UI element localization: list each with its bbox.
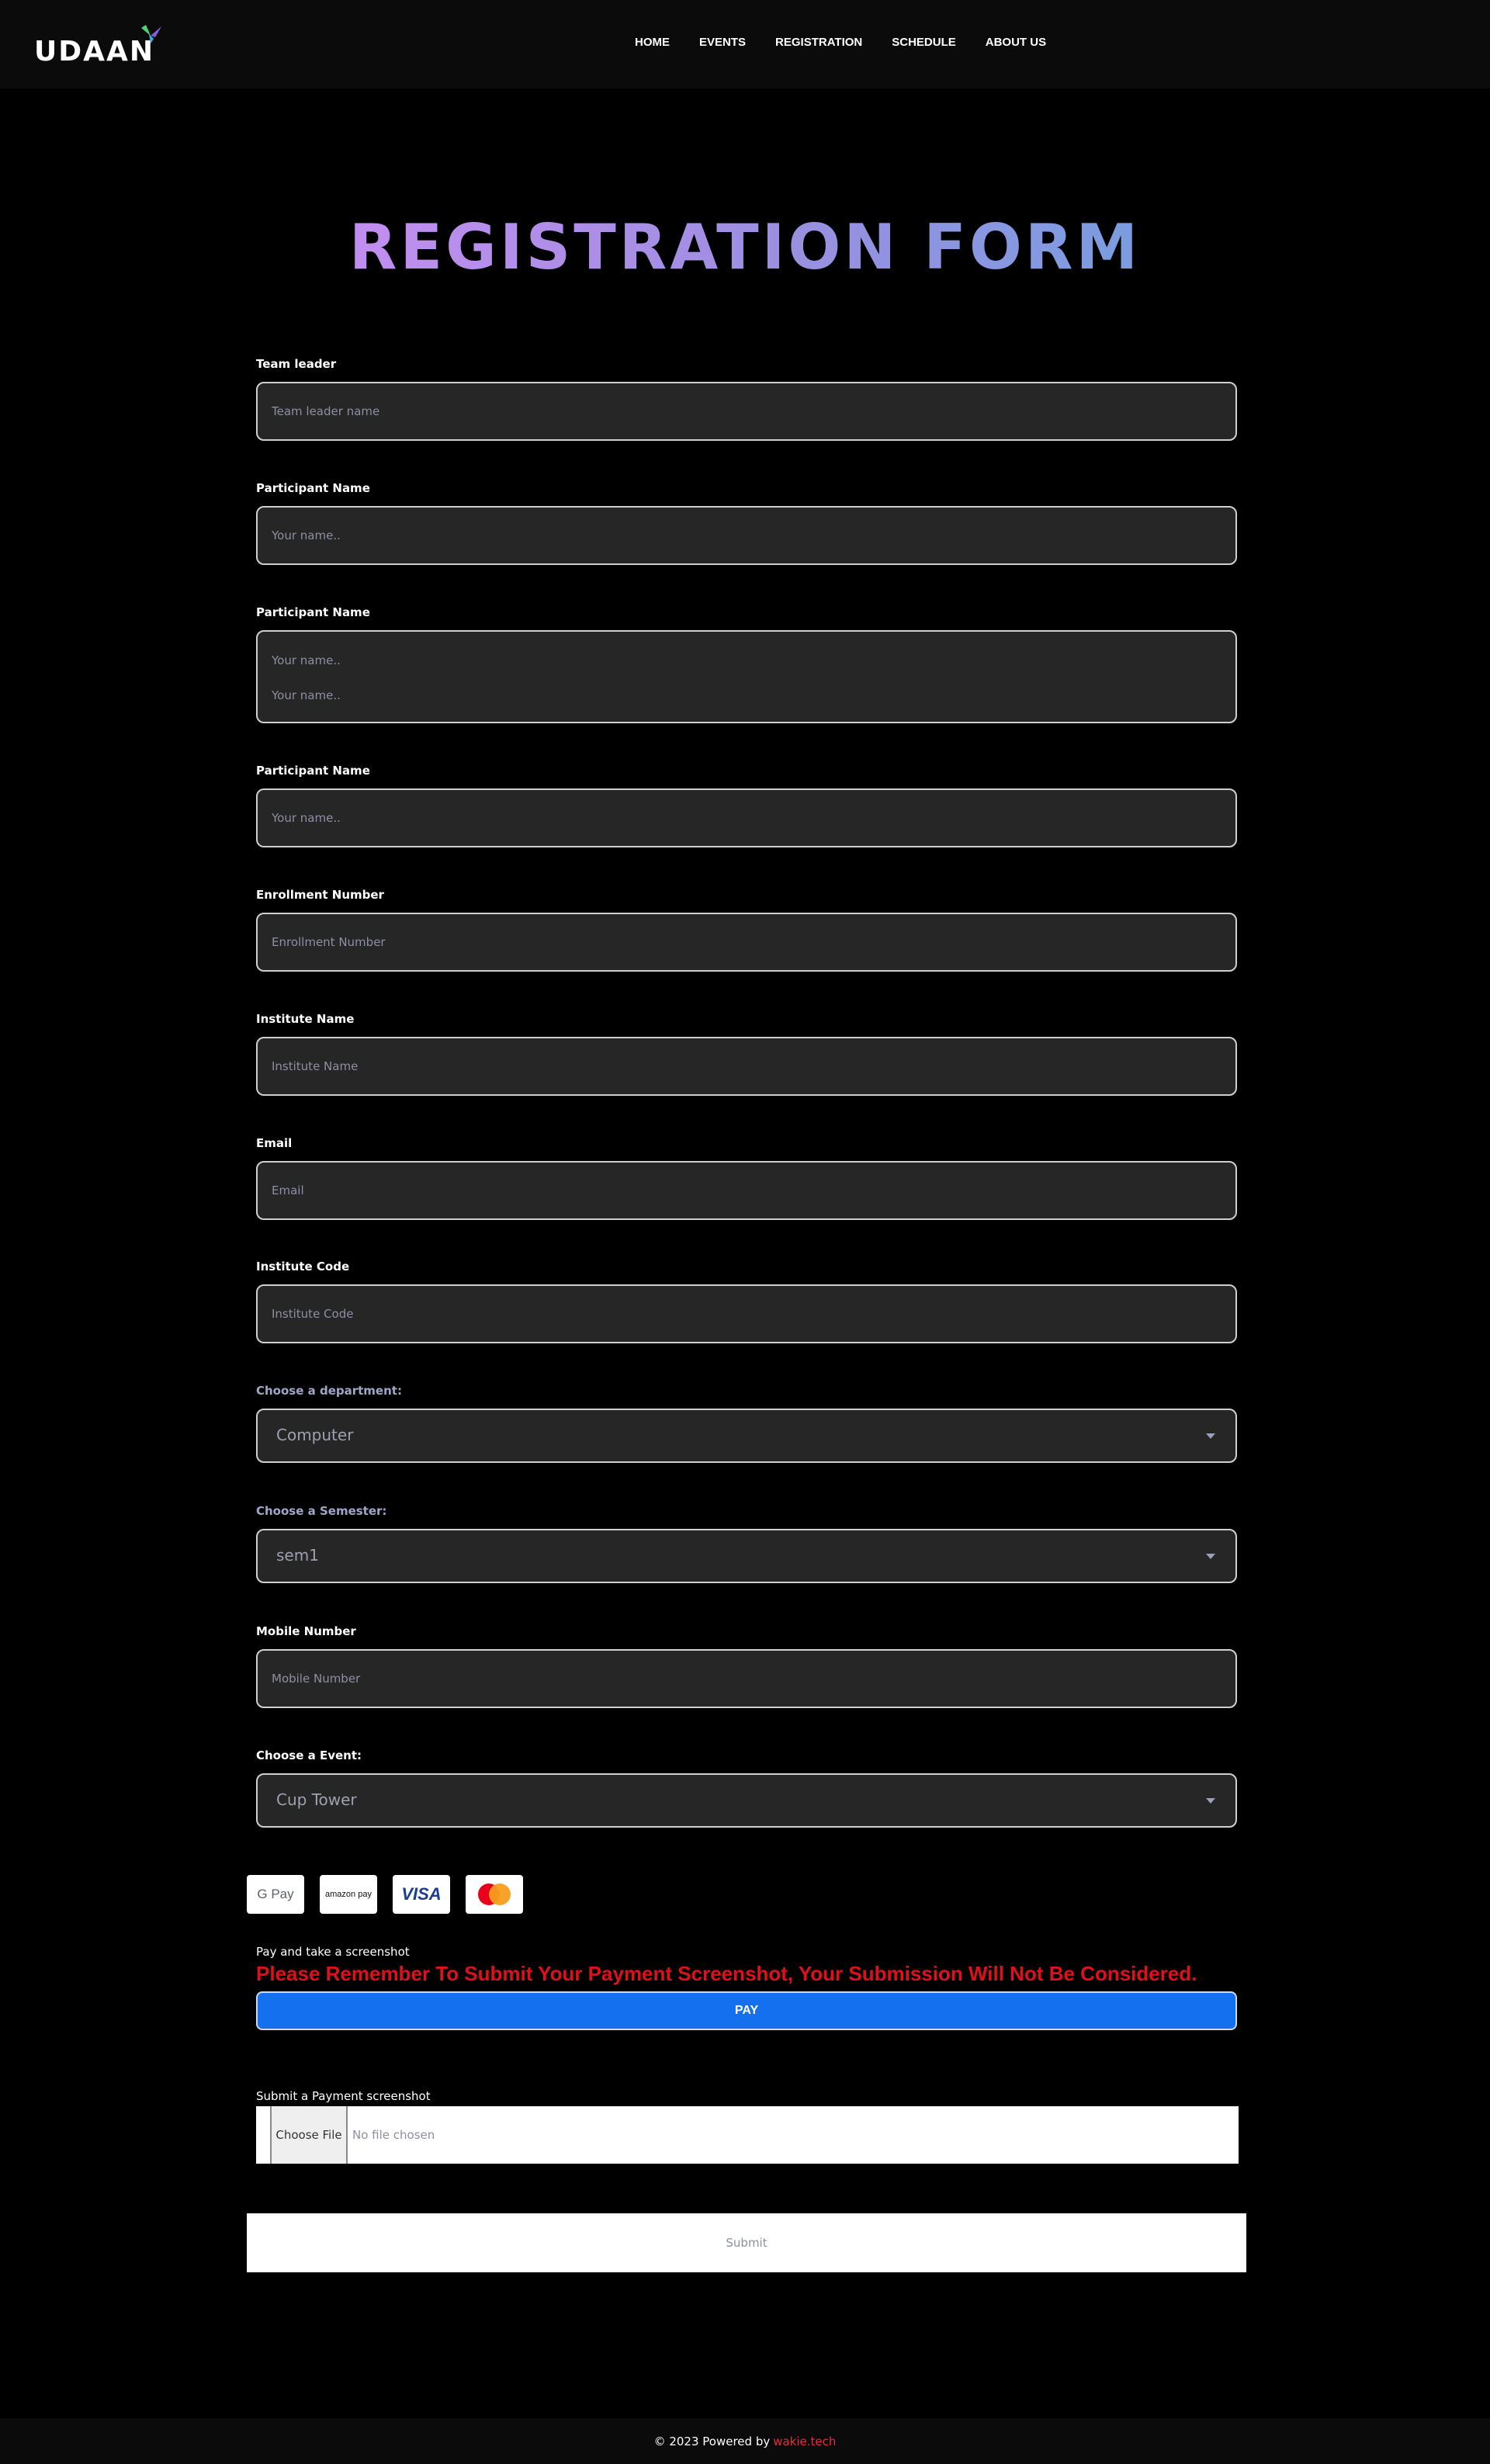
participant-1-input[interactable] — [258, 508, 1203, 563]
footer-text: © 2023 Powered by — [653, 2434, 771, 2448]
footer: © 2023 Powered by wakie.tech — [0, 2418, 1490, 2464]
participant-2-placeholder-line: Your name.. — [272, 688, 341, 702]
institute-name-input[interactable] — [258, 1038, 1203, 1094]
email-input[interactable] — [258, 1163, 1203, 1218]
department-value: Computer — [276, 1426, 354, 1444]
mobile-field: Mobile Number — [256, 1624, 1237, 1708]
nav-registration[interactable]: REGISTRATION — [775, 36, 862, 49]
enrollment-field: Enrollment Number — [256, 888, 1237, 972]
participant-3-field: Participant Name — [256, 764, 1237, 847]
team-leader-label: Team leader — [256, 357, 337, 371]
institute-code-box — [256, 1284, 1237, 1343]
chevron-down-icon — [1206, 1433, 1215, 1439]
amazon-pay-icon: amazon pay — [320, 1875, 377, 1914]
department-field: Choose a department: Computer — [256, 1384, 1237, 1463]
semester-label: Choose a Semester: — [256, 1504, 387, 1518]
mastercard-icon — [466, 1875, 523, 1914]
institute-code-label: Institute Code — [256, 1260, 350, 1274]
enrollment-label: Enrollment Number — [256, 888, 384, 902]
header: UDAAN HOME EVENTS REGISTRATION SCHEDULE … — [0, 0, 1490, 88]
page-title: REGISTRATION FORM — [348, 211, 1142, 283]
event-field: Choose a Event: Cup Tower — [256, 1748, 1237, 1828]
footer-link[interactable]: wakie.tech — [773, 2435, 836, 2448]
participant-3-box — [256, 788, 1237, 847]
mobile-box — [256, 1649, 1237, 1708]
participant-1-label: Participant Name — [256, 481, 370, 495]
participant-3-label: Participant Name — [256, 764, 370, 778]
institute-name-label: Institute Name — [256, 1012, 355, 1026]
participant-2-label: Participant Name — [256, 605, 370, 619]
pay-instruction: Pay and take a screenshot — [256, 1945, 410, 1959]
participant-2-field: Participant Name Your name.. Your name.. — [256, 605, 1237, 723]
institute-code-field: Institute Code — [256, 1260, 1237, 1343]
email-box — [256, 1161, 1237, 1220]
participant-2-placeholder-line: Your name.. — [272, 653, 341, 667]
submit-button[interactable]: Submit — [247, 2213, 1246, 2272]
department-select[interactable]: Computer — [256, 1409, 1237, 1463]
email-label: Email — [256, 1136, 293, 1150]
enrollment-box — [256, 913, 1237, 972]
team-leader-box — [256, 382, 1237, 441]
participant-2-textarea[interactable]: Your name.. Your name.. — [256, 630, 1237, 723]
participant-1-box — [256, 506, 1237, 565]
participant-3-input[interactable] — [258, 790, 1203, 846]
payment-methods: G Pay amazon pay VISA — [247, 1875, 539, 1914]
semester-field: Choose a Semester: sem1 — [256, 1504, 1237, 1583]
payment-warning: Please Remember To Submit Your Payment S… — [256, 1962, 1197, 1985]
pay-button[interactable]: PAY — [256, 1991, 1237, 2030]
institute-name-box — [256, 1037, 1237, 1096]
gpay-icon: G Pay — [247, 1875, 304, 1914]
team-leader-field: Team leader — [256, 357, 1237, 441]
visa-icon: VISA — [393, 1875, 450, 1914]
mobile-input[interactable] — [258, 1651, 1203, 1707]
institute-name-field: Institute Name — [256, 1012, 1237, 1096]
bird-logo-icon — [141, 25, 161, 43]
file-status: No file chosen — [352, 2128, 435, 2142]
email-field: Email — [256, 1136, 1237, 1220]
chevron-down-icon — [1206, 1554, 1215, 1559]
event-select[interactable]: Cup Tower — [256, 1773, 1237, 1828]
main-nav: HOME EVENTS REGISTRATION SCHEDULE ABOUT … — [635, 36, 1076, 49]
institute-code-input[interactable] — [258, 1286, 1203, 1342]
semester-select[interactable]: sem1 — [256, 1529, 1237, 1583]
mobile-label: Mobile Number — [256, 1624, 356, 1638]
chevron-down-icon — [1206, 1798, 1215, 1804]
semester-value: sem1 — [276, 1546, 319, 1565]
upload-label: Submit a Payment screenshot — [256, 2089, 431, 2103]
team-leader-input[interactable] — [258, 383, 1203, 439]
nav-schedule[interactable]: SCHEDULE — [892, 36, 956, 49]
choose-file-button[interactable]: Choose File — [270, 2106, 348, 2164]
event-label: Choose a Event: — [256, 1748, 362, 1762]
nav-about-us[interactable]: ABOUT US — [986, 36, 1046, 49]
nav-events[interactable]: EVENTS — [699, 36, 746, 49]
nav-home[interactable]: HOME — [635, 36, 670, 49]
department-label: Choose a department: — [256, 1384, 402, 1398]
event-value: Cup Tower — [276, 1790, 357, 1809]
participant-1-field: Participant Name — [256, 481, 1237, 565]
file-upload[interactable]: Choose File No file chosen — [256, 2106, 1239, 2164]
enrollment-input[interactable] — [258, 914, 1203, 970]
brand-logo[interactable]: UDAAN — [34, 36, 154, 68]
